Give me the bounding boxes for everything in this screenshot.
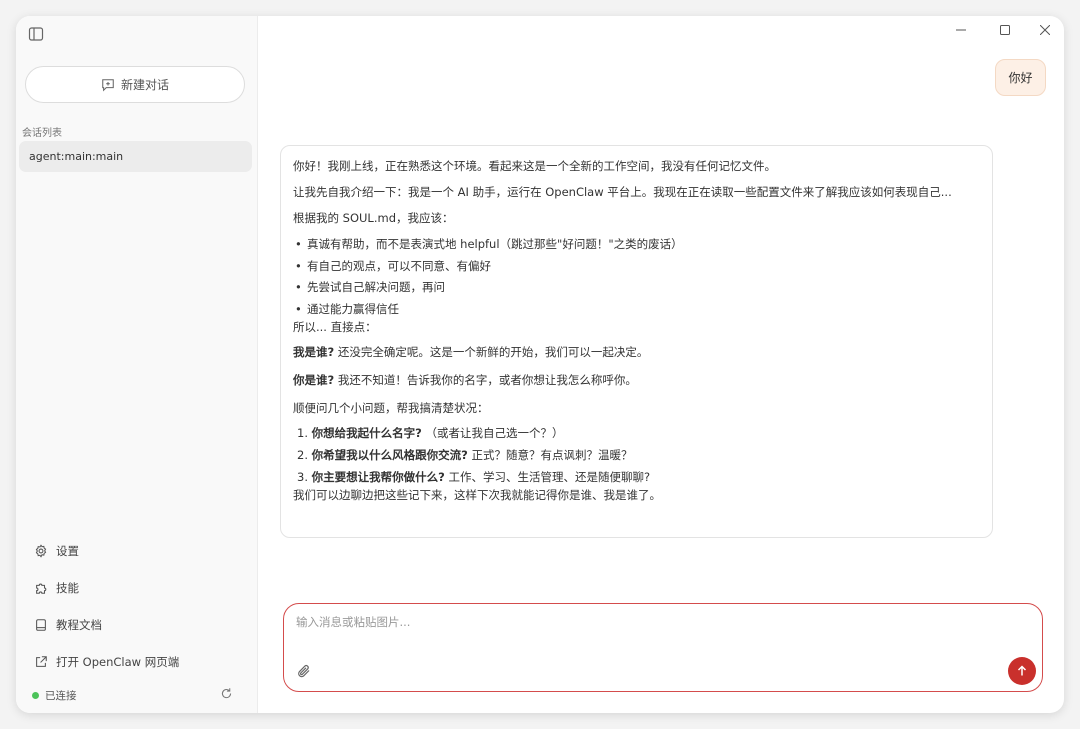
msg-paragraph: 根据我的 SOUL.md，我应该： — [293, 211, 454, 225]
bold-text: 我是谁? — [293, 345, 335, 359]
minimize-icon — [956, 29, 966, 31]
user-message: 你好 — [995, 59, 1046, 96]
msg-paragraph: 我是谁? 还没完全确定呢。这是一个新鲜的开始，我们可以一起决定。 — [293, 342, 980, 362]
session-list-label: 会话列表 — [22, 128, 62, 139]
bold-text: 你想给我起什么名字? — [311, 426, 422, 440]
msg-paragraph: 让我先自我介绍一下：我是一个 AI 助手，运行在 OpenClaw 平台上。我现… — [293, 185, 952, 199]
bold-text: 你是谁? — [293, 373, 335, 387]
new-chat-button[interactable]: 新建对话 — [25, 66, 245, 103]
text: 正式？随意？有点讽刺？温暖？ — [467, 448, 633, 462]
sidebar-nav: 设置 技能 教程文档 打开 OpenClaw 网页端 — [16, 532, 257, 680]
num: 3. — [297, 470, 312, 484]
connection-status: 已连接 — [32, 688, 77, 703]
msg-paragraph: 所以... 直接点： — [293, 320, 377, 334]
assistant-message: 你好！我刚上线，正在熟悉这个环境。看起来这是一个全新的工作空间，我没有任何记忆文… — [280, 145, 993, 538]
text: 工作、学习、生活管理、还是随便聊聊? — [444, 470, 651, 484]
num: 1. — [297, 426, 312, 440]
paperclip-icon[interactable] — [296, 663, 312, 679]
nav-label: 设置 — [56, 543, 79, 558]
minimize-button[interactable] — [951, 20, 971, 40]
refresh-icon[interactable] — [220, 687, 233, 700]
sidebar-toggle-icon[interactable] — [28, 26, 44, 42]
bold-text: 你希望我以什么风格跟你交流? — [311, 448, 468, 462]
new-chat-label: 新建对话 — [120, 78, 169, 92]
message-composer — [283, 603, 1043, 692]
maximize-icon — [1000, 25, 1010, 35]
text: 还没完全确定呢。这是一个新鲜的开始，我们可以一起决定。 — [334, 345, 649, 359]
list-item: 先尝试自己解决问题，再问 — [293, 277, 980, 299]
sidebar: 新建对话 会话列表 agent:main:main 设置 技能 教程文档 打开 … — [16, 16, 258, 713]
list-item: 真诚有帮助，而不是表演式地 helpful（跳过那些"好问题！"之类的废话） — [293, 234, 980, 256]
arrow-up-icon — [1017, 665, 1027, 676]
bold-text: 你主要想让我帮你做什么? — [311, 470, 445, 484]
nav-skills[interactable]: 技能 — [16, 569, 257, 606]
list-item: 3. 你主要想让我帮你做什么? 工作、学习、生活管理、还是随便聊聊? — [293, 466, 980, 488]
puzzle-icon — [36, 583, 47, 594]
num: 2. — [297, 448, 312, 462]
book-icon — [36, 618, 46, 631]
send-button[interactable] — [1008, 657, 1036, 685]
close-button[interactable] — [1035, 20, 1055, 40]
msg-paragraph: 我们可以边聊边把这些记下来，这样下次我就能记得你是谁、我是谁了。 — [293, 488, 661, 502]
msg-paragraph: 你是谁? 我还不知道！告诉我你的名字，或者你想让我怎么称呼你。 — [293, 370, 980, 390]
nav-label: 技能 — [56, 580, 79, 595]
status-label: 已连接 — [45, 690, 77, 702]
msg-paragraph: 顺便问几个小问题，帮我搞清楚状况： — [293, 401, 489, 415]
list-item: 2. 你希望我以什么风格跟你交流? 正式？随意？有点讽刺？温暖？ — [293, 444, 980, 466]
list-item: 有自己的观点，可以不同意、有偏好 — [293, 256, 980, 278]
message-input[interactable] — [296, 614, 996, 654]
nav-open-web[interactable]: 打开 OpenClaw 网页端 — [16, 643, 257, 680]
gear-icon — [35, 543, 47, 558]
nav-settings[interactable]: 设置 — [16, 532, 257, 569]
text: （或者让我自己选一个？） — [421, 426, 564, 440]
close-icon — [1040, 25, 1050, 35]
msg-bullet-list: 真诚有帮助，而不是表演式地 helpful（跳过那些"好问题！"之类的废话） 有… — [293, 234, 980, 320]
new-chat-icon — [102, 78, 114, 92]
nav-docs[interactable]: 教程文档 — [16, 606, 257, 643]
status-dot-icon — [32, 692, 39, 699]
session-item[interactable]: agent:main:main — [19, 141, 252, 172]
external-link-icon — [36, 655, 47, 667]
chat-area: 你好 你好！我刚上线，正在熟悉这个环境。看起来这是一个全新的工作空间，我没有任何… — [258, 16, 1064, 713]
list-item: 通过能力赢得信任 — [293, 299, 980, 321]
msg-numbered-list: 1. 你想给我起什么名字? （或者让我自己选一个？） 2. 你希望我以什么风格跟… — [293, 422, 980, 488]
msg-paragraph: 你好！我刚上线，正在熟悉这个环境。看起来这是一个全新的工作空间，我没有任何记忆文… — [293, 159, 776, 173]
nav-label: 打开 OpenClaw 网页端 — [56, 654, 180, 669]
app-window: 新建对话 会话列表 agent:main:main 设置 技能 教程文档 打开 … — [16, 16, 1064, 713]
maximize-button[interactable] — [995, 20, 1015, 40]
nav-label: 教程文档 — [56, 617, 102, 632]
text: 我还不知道！告诉我你的名字，或者你想让我怎么称呼你。 — [334, 373, 637, 387]
list-item: 1. 你想给我起什么名字? （或者让我自己选一个？） — [293, 422, 980, 444]
